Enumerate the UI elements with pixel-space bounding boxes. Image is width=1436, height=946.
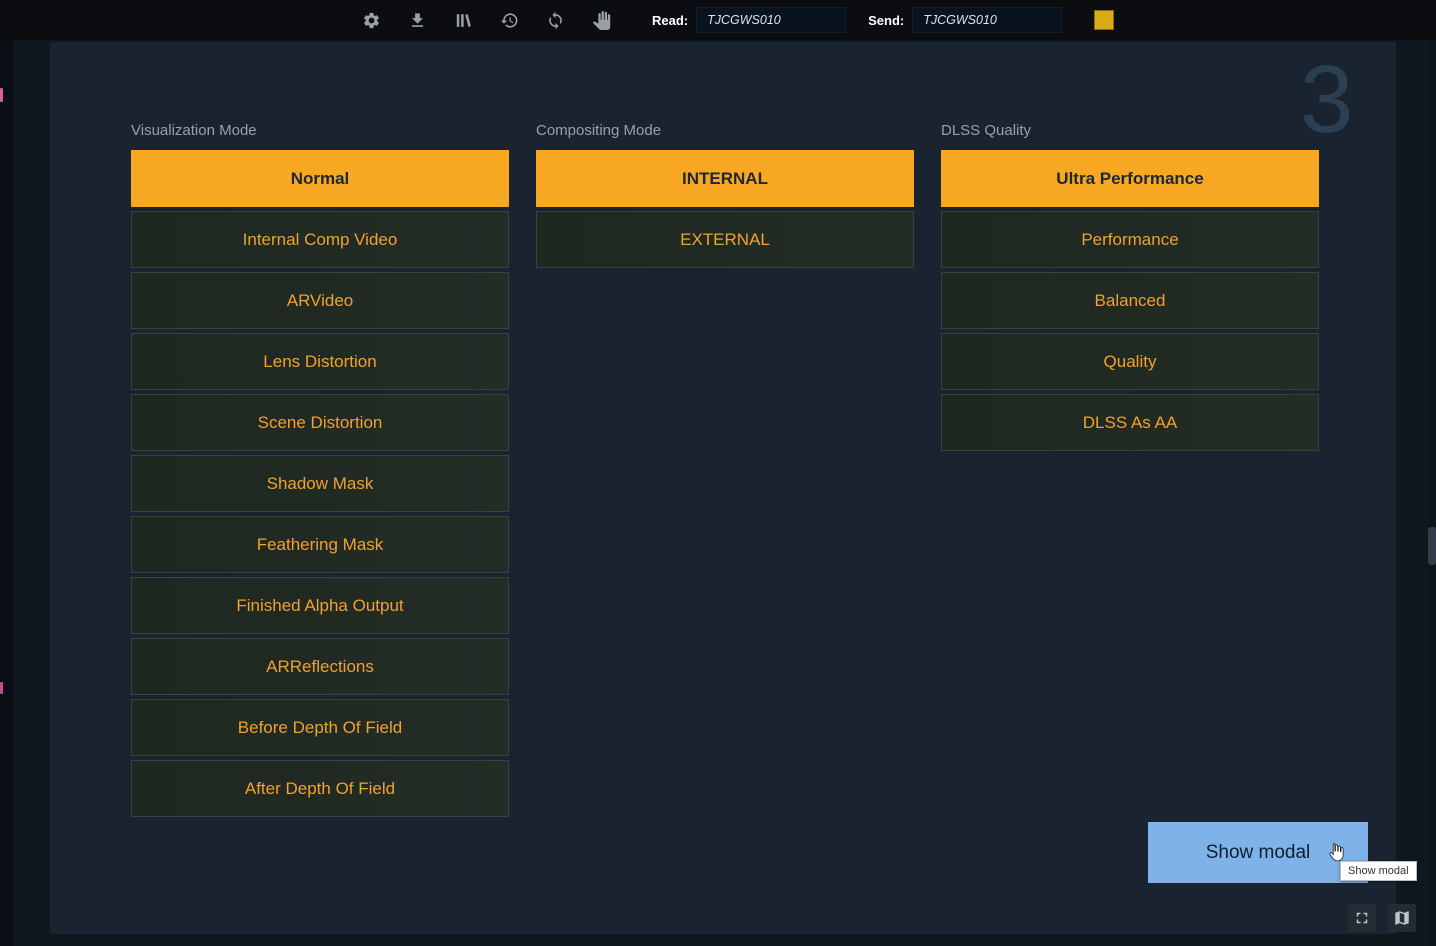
map-icon[interactable] [1388,904,1416,932]
option-quality[interactable]: Quality [941,333,1319,390]
group-label: Visualization Mode [131,122,509,140]
option-internal-comp-video[interactable]: Internal Comp Video [131,211,509,268]
history-icon[interactable] [496,7,522,33]
send-label: Send: [868,13,904,28]
fullscreen-icon[interactable] [1348,904,1376,932]
gear-icon[interactable] [358,7,384,33]
pan-hand-icon[interactable] [588,7,614,33]
color-swatch[interactable] [1094,10,1114,30]
read-input[interactable] [696,7,846,33]
option-lens-distortion[interactable]: Lens Distortion [131,333,509,390]
read-label: Read: [652,13,688,28]
option-shadow-mask[interactable]: Shadow Mask [131,455,509,512]
edge-marker [0,682,3,694]
option-normal[interactable]: Normal [131,150,509,207]
option-balanced[interactable]: Balanced [941,272,1319,329]
show-modal-tooltip: Show modal [1340,861,1417,881]
library-icon[interactable] [450,7,476,33]
app-screen: Read: Send: 3 Visualization ModeNormalIn… [0,0,1436,946]
option-feathering-mask[interactable]: Feathering Mask [131,516,509,573]
right-edge-strip [1428,40,1436,946]
option-external[interactable]: EXTERNAL [536,211,914,268]
option-performance[interactable]: Performance [941,211,1319,268]
option-finished-alpha-output[interactable]: Finished Alpha Output [131,577,509,634]
option-after-depth-of-field[interactable]: After Depth Of Field [131,760,509,817]
option-ultra-performance[interactable]: Ultra Performance [941,150,1319,207]
button-columns: Visualization Mode NormalInternal Comp Vi… [131,122,1319,821]
option-dlss-as-aa[interactable]: DLSS As AA [941,394,1319,451]
group-label: Compositing Mode [536,122,914,140]
option-arvideo[interactable]: ARVideo [131,272,509,329]
group-label: DLSS Quality [941,122,1319,140]
send-input[interactable] [912,7,1062,33]
sync-icon[interactable] [542,7,568,33]
toolbar: Read: Send: [0,0,1436,40]
edge-marker [0,88,3,102]
option-arreflections[interactable]: ARReflections [131,638,509,695]
group-compositing-mode: Compositing Mode INTERNALEXTERNAL [536,122,914,821]
download-icon[interactable] [404,7,430,33]
left-edge-strip [0,40,14,946]
group-dlss-quality: DLSS Quality Ultra PerformancePerformance… [941,122,1319,821]
scrollbar-thumb[interactable] [1428,527,1436,565]
option-scene-distortion[interactable]: Scene Distortion [131,394,509,451]
option-internal[interactable]: INTERNAL [536,150,914,207]
group-visualization-mode: Visualization Mode NormalInternal Comp Vi… [131,122,509,821]
toolbar-icons [358,7,614,33]
show-modal-button[interactable]: Show modal [1148,822,1368,883]
option-before-depth-of-field[interactable]: Before Depth Of Field [131,699,509,756]
